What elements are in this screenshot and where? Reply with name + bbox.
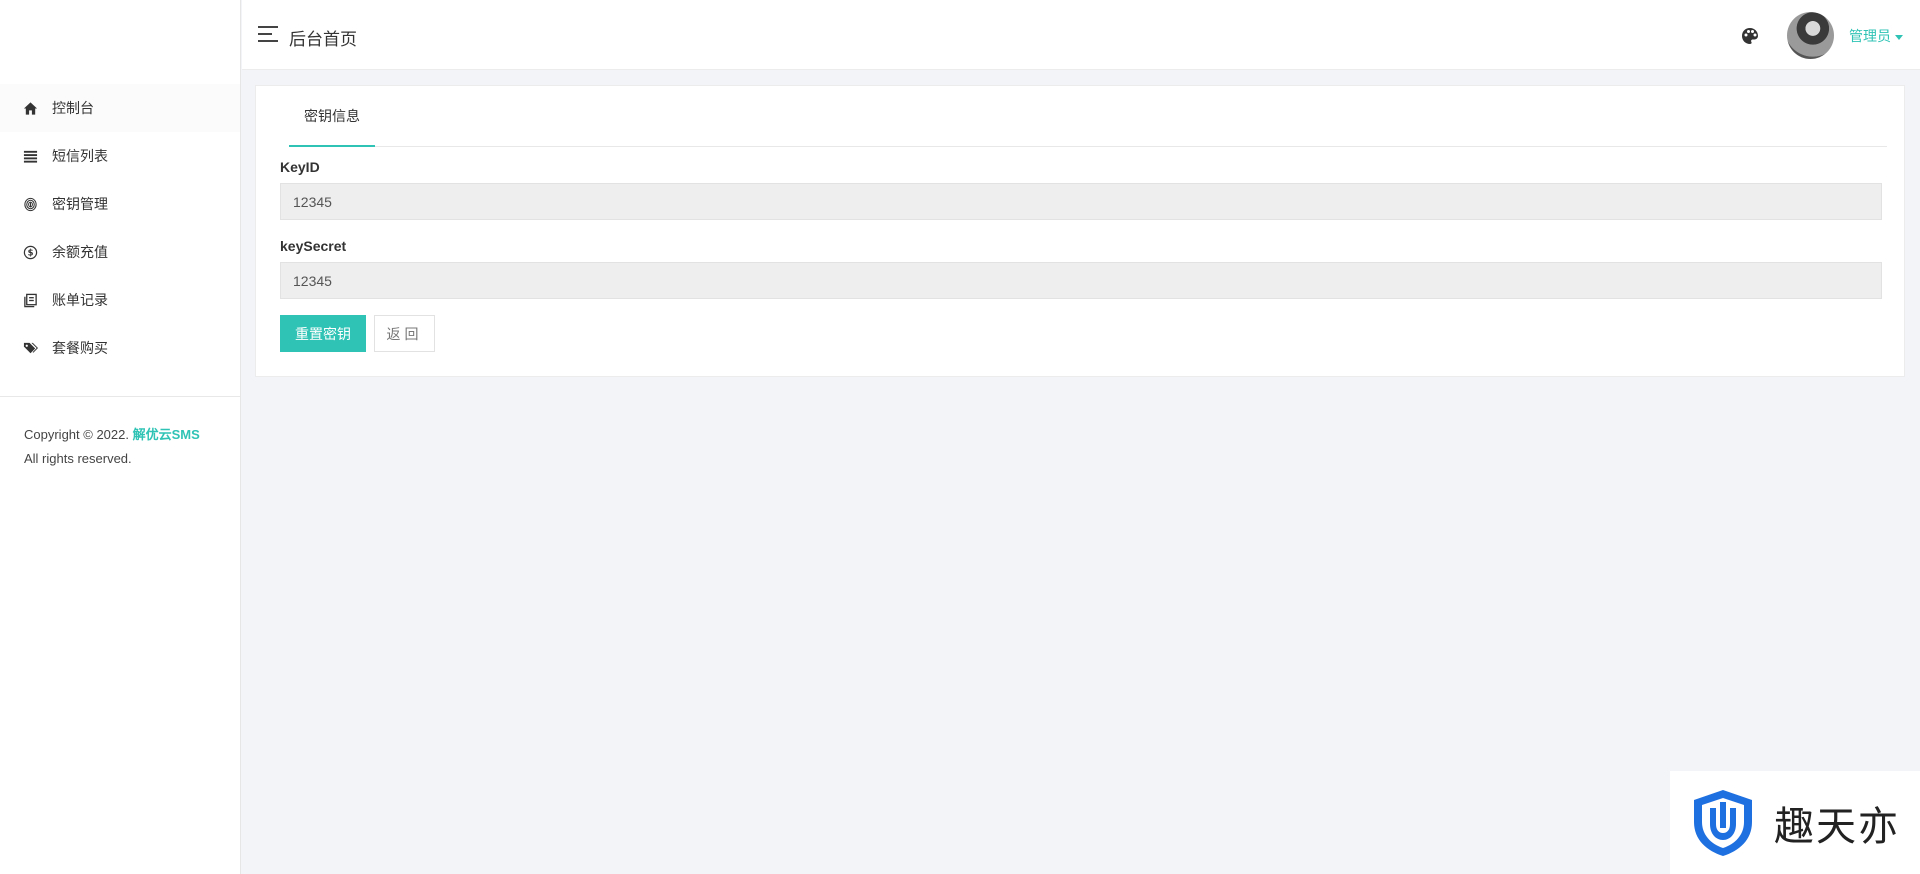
top-header: 后台首页 管理员 [242, 0, 1920, 70]
menu-toggle-icon[interactable] [258, 26, 278, 44]
sidebar: 控制台 短信列表 密钥管理 $ 余额充值 账单记录 套餐购买 Copyright… [0, 0, 241, 874]
copyright: Copyright © 2022. 解优云SMS All rights rese… [24, 423, 224, 471]
sidebar-item-label: 短信列表 [52, 148, 108, 164]
tab-bar: 密钥信息 [289, 86, 1887, 147]
user-menu-dropdown[interactable]: 管理员 [1849, 26, 1903, 46]
list-icon [22, 148, 38, 164]
svg-text:$: $ [27, 247, 33, 257]
sidebar-item-console[interactable]: 控制台 [0, 84, 240, 132]
watermark-text: 趣天亦 [1774, 804, 1900, 849]
tab-key-info[interactable]: 密钥信息 [289, 86, 375, 147]
sidebar-item-billing[interactable]: 账单记录 [0, 276, 240, 324]
watermark: 趣天亦 [1670, 771, 1920, 874]
sidebar-item-recharge[interactable]: $ 余额充值 [0, 228, 240, 276]
reset-key-button[interactable]: 重置密钥 [280, 315, 366, 352]
copyright-brand-link[interactable]: 解优云SMS [133, 427, 200, 442]
back-button[interactable]: 返回 [374, 315, 435, 352]
sidebar-item-sms-list[interactable]: 短信列表 [0, 132, 240, 180]
tags-icon [22, 340, 38, 356]
keyid-field[interactable]: 12345 [280, 183, 1882, 220]
home-icon [22, 100, 38, 116]
palette-icon[interactable] [1740, 26, 1760, 46]
page-title: 后台首页 [289, 30, 357, 49]
sidebar-item-key-management[interactable]: 密钥管理 [0, 180, 240, 228]
caret-down-icon [1895, 34, 1903, 40]
avatar[interactable] [1787, 12, 1834, 59]
sidebar-brand-area [0, 0, 240, 84]
shield-logo-icon [1694, 789, 1752, 856]
keyid-label: KeyID [280, 159, 320, 175]
keysecret-field[interactable]: 12345 [280, 262, 1882, 299]
copyright-suffix: All rights reserved. [24, 451, 132, 466]
keysecret-label: keySecret [280, 238, 347, 254]
key-info-card: 密钥信息 KeyID 12345 keySecret 12345 重置密钥 返回 [255, 85, 1905, 377]
sidebar-item-label: 账单记录 [52, 292, 108, 308]
sidebar-item-label: 密钥管理 [52, 196, 108, 212]
sidebar-item-label: 余额充值 [52, 244, 108, 260]
book-icon [22, 292, 38, 308]
sidebar-item-label: 控制台 [52, 100, 94, 116]
user-name-label: 管理员 [1849, 28, 1891, 44]
sidebar-divider [0, 396, 240, 397]
sidebar-item-package-purchase[interactable]: 套餐购买 [0, 324, 240, 372]
sidebar-item-label: 套餐购买 [52, 340, 108, 356]
fingerprint-icon [22, 196, 38, 212]
page: 控制台 短信列表 密钥管理 $ 余额充值 账单记录 套餐购买 Copyright… [0, 0, 1920, 874]
copyright-prefix: Copyright © 2022. [24, 427, 129, 442]
dollar-circle-icon: $ [22, 244, 38, 260]
